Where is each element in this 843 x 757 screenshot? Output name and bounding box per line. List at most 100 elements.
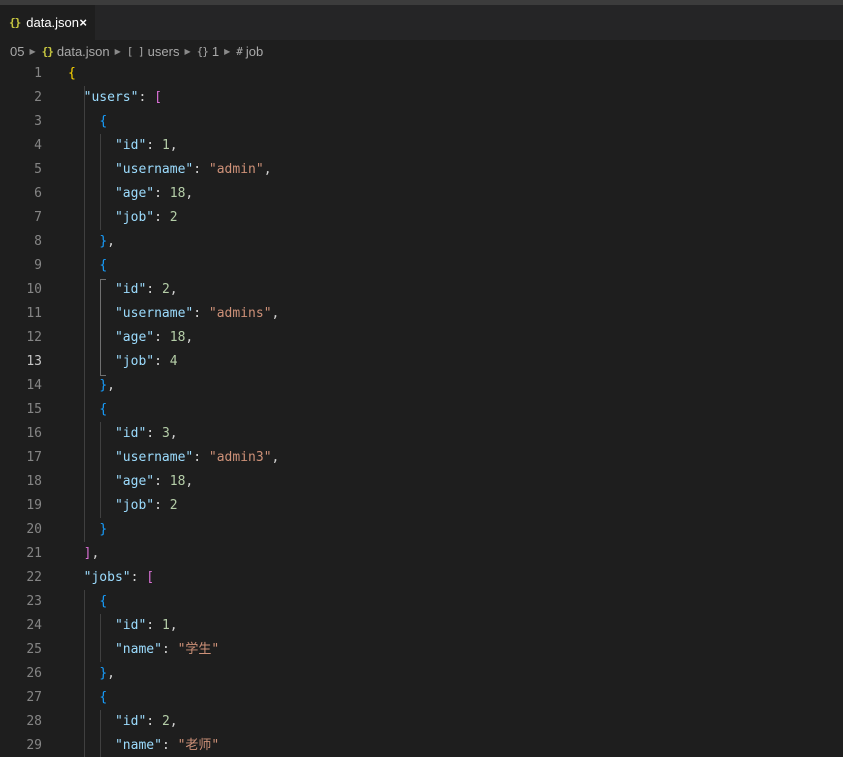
code-token: : (193, 306, 209, 321)
line-number: 7 (34, 210, 42, 225)
code-token: "age" (114, 186, 155, 201)
line-code: "id": 3, (68, 422, 178, 446)
line-code: }, (68, 230, 115, 254)
code-token: 18 (169, 186, 186, 201)
code-line[interactable]: 4 "id": 1, (0, 134, 843, 158)
close-icon[interactable]: × (79, 15, 87, 30)
code-token: { (68, 66, 76, 81)
code-line[interactable]: 16 "id": 3, (0, 422, 843, 446)
line-number: 5 (34, 162, 42, 177)
code-line[interactable]: 18 "age": 18, (0, 470, 843, 494)
line-code: } (68, 518, 107, 542)
code-line[interactable]: 9 { (0, 254, 843, 278)
code-token: : (146, 138, 162, 153)
code-line[interactable]: 5 "username": "admin", (0, 158, 843, 182)
line-number: 22 (26, 570, 42, 585)
code-token: { (99, 114, 108, 129)
breadcrumb-item-file[interactable]: {} data.json (42, 44, 110, 59)
code-token: "username" (114, 306, 194, 321)
code-line[interactable]: 17 "username": "admin3", (0, 446, 843, 470)
code-line[interactable]: 8 }, (0, 230, 843, 254)
line-code: "users": [ (68, 86, 162, 110)
code-token: 18 (169, 474, 186, 489)
code-line[interactable]: 29 "name": "老师" (0, 734, 843, 757)
code-line[interactable]: 28 "id": 2, (0, 710, 843, 734)
code-token: [ (154, 90, 162, 105)
line-number: 1 (34, 66, 42, 81)
code-token: : (154, 186, 170, 201)
code-token: { (99, 690, 108, 705)
code-token: : (130, 570, 147, 585)
code-line[interactable]: 21 ], (0, 542, 843, 566)
line-number: 25 (26, 642, 42, 657)
line-code: { (68, 686, 107, 710)
code-token: { (99, 402, 108, 417)
code-line[interactable]: 14 }, (0, 374, 843, 398)
code-line[interactable]: 15 { (0, 398, 843, 422)
code-line[interactable]: 11 "username": "admins", (0, 302, 843, 326)
code-line[interactable]: 19 "job": 2 (0, 494, 843, 518)
line-code: { (68, 398, 107, 422)
code-line[interactable]: 7 "job": 2 (0, 206, 843, 230)
line-number: 12 (26, 330, 42, 345)
line-number: 14 (26, 378, 42, 393)
code-line[interactable]: 6 "age": 18, (0, 182, 843, 206)
line-number: 23 (26, 594, 42, 609)
breadcrumb-item-job[interactable]: # job (236, 44, 263, 59)
code-token: "jobs" (83, 570, 131, 585)
line-code: "username": "admins", (68, 302, 279, 326)
code-editor[interactable]: 1{2 "users": [3 {4 "id": 1, 5 "username":… (0, 62, 843, 757)
code-token: "学生" (177, 642, 220, 657)
line-number: 20 (26, 522, 42, 537)
code-line[interactable]: 2 "users": [ (0, 86, 843, 110)
code-line[interactable]: 12 "age": 18, (0, 326, 843, 350)
code-line[interactable]: 22 "jobs": [ (0, 566, 843, 590)
number-icon: # (236, 44, 243, 58)
breadcrumb-item-folder[interactable]: 05 (10, 44, 24, 59)
breadcrumb-item-object[interactable]: {} 1 (197, 44, 219, 59)
line-number: 15 (26, 402, 42, 417)
code-token: , (169, 714, 178, 729)
code-token: 2 (169, 498, 178, 513)
code-token: "id" (114, 714, 147, 729)
line-code: { (68, 254, 107, 278)
code-line[interactable]: 26 }, (0, 662, 843, 686)
code-token: 1 (161, 138, 170, 153)
tab-bar: {} data.json × (0, 5, 843, 40)
breadcrumb-label: 05 (10, 43, 25, 59)
code-token: "username" (114, 450, 194, 465)
code-lines: 1{2 "users": [3 {4 "id": 1, 5 "username":… (0, 62, 843, 757)
code-line[interactable]: 20 } (0, 518, 843, 542)
line-code: "name": "老师" (68, 734, 219, 757)
breadcrumb-item-users[interactable]: [ ] users (127, 44, 180, 59)
code-line[interactable]: 24 "id": 1, (0, 614, 843, 638)
editor-window: {} data.json × 05 ▶ {} data.json ▶ [ ] u… (0, 0, 843, 757)
code-token: , (169, 618, 178, 633)
chevron-right-icon: ▶ (114, 46, 121, 56)
code-line[interactable]: 23 { (0, 590, 843, 614)
code-line[interactable]: 27 { (0, 686, 843, 710)
code-line[interactable]: 3 { (0, 110, 843, 134)
code-line[interactable]: 13 "job": 4 (0, 350, 843, 374)
line-code: }, (68, 374, 115, 398)
code-line[interactable]: 10 "id": 2, (0, 278, 843, 302)
line-code: "job": 2 (68, 206, 178, 230)
code-token: } (99, 234, 108, 249)
code-line[interactable]: 1{ (0, 62, 843, 86)
tab-data-json[interactable]: {} data.json × (0, 5, 95, 40)
code-token: 2 (169, 210, 178, 225)
code-line[interactable]: 25 "name": "学生" (0, 638, 843, 662)
